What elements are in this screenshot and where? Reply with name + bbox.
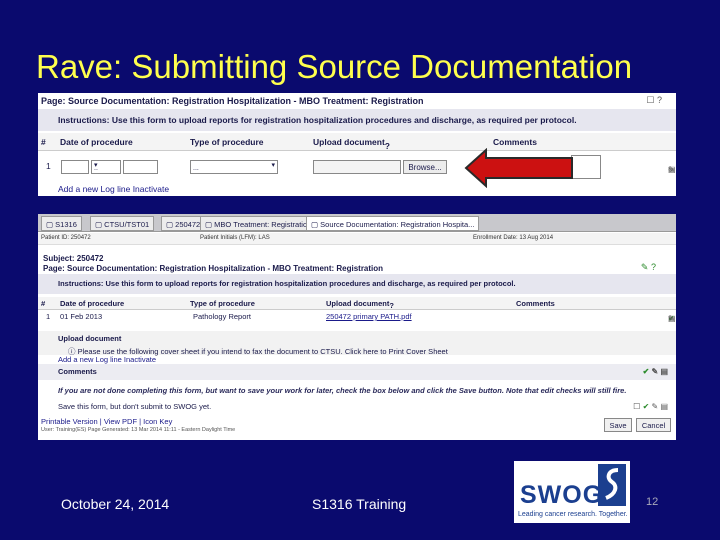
save-later-label: Save this form, but don't submit to SWOG…	[58, 402, 212, 411]
page-meta: User: Training(ES) Page Generated: 13 Ma…	[41, 427, 236, 433]
col-number: #	[41, 299, 46, 308]
col-type: Type of procedure	[190, 299, 255, 308]
col-comments: Comments	[493, 137, 537, 147]
upload-document-section: Upload document ⓘ Please use the followi…	[38, 331, 676, 356]
col-comments: Comments	[516, 299, 555, 308]
logo-emblem-icon	[598, 464, 626, 506]
add-log-line: Add a new Log line Inactivate	[58, 355, 156, 364]
checkbox-icon[interactable]: ☐	[646, 95, 654, 105]
add-log-line-link[interactable]: Add a new Log line	[58, 355, 122, 364]
page-number: 12	[646, 496, 659, 508]
column-header-row: # Date of procedure Type of procedure Up…	[38, 297, 676, 310]
tab-study[interactable]: ▢ S1316	[41, 216, 82, 231]
comments-icons: ✔ ✎ ▤	[643, 367, 668, 376]
col-type: Type of procedure	[190, 137, 264, 147]
edit-pencil-icon[interactable]: ✎	[652, 367, 659, 376]
instructions: Instructions: Use this form to upload re…	[38, 109, 676, 131]
save-later-row: Save this form, but don't submit to SWOG…	[58, 402, 211, 411]
col-number: #	[41, 137, 46, 147]
logo-tagline: Leading cancer research. Together.	[518, 511, 628, 518]
save-later-checkbox[interactable]: ☐	[633, 402, 640, 411]
help-icon[interactable]: ?	[657, 95, 662, 105]
footer-center: S1316 Training	[312, 496, 407, 512]
subject-id: Subject: 250472	[43, 254, 104, 263]
cover-sheet-note: ⓘ Please use the following cover sheet i…	[68, 347, 448, 356]
edit-pencil-icon[interactable]: ✎	[652, 402, 659, 411]
enrollment-date: Enrollment Date: 13 Aug 2014	[473, 235, 554, 241]
comments-textarea[interactable]	[571, 155, 601, 179]
year-input[interactable]	[123, 160, 158, 174]
footer-date: October 24, 2014	[61, 496, 170, 512]
check-icon[interactable]: ✔	[643, 367, 650, 376]
audit-icon[interactable]: ▤	[660, 367, 668, 376]
column-header-row: # Date of procedure Type of procedure Up…	[38, 133, 676, 151]
page-title: Page: Source Documentation: Registration…	[41, 96, 424, 106]
day-input[interactable]	[61, 160, 89, 174]
comments-row: Comments ✔ ✎ ▤	[38, 364, 676, 380]
tab-form[interactable]: ▢ Source Documentation: Registration Hos…	[306, 216, 480, 231]
inactivate-link[interactable]: Inactivate	[124, 355, 156, 364]
header-icons: ✎ ?	[641, 262, 656, 273]
tab-folder[interactable]: ▢ MBO Treatment: Registration	[200, 216, 317, 231]
help-icon[interactable]: ?	[385, 141, 390, 151]
col-date: Date of procedure	[60, 299, 125, 308]
save-warning: If you are not done completing this form…	[58, 386, 627, 395]
add-log-line: Add a new Log line Inactivate	[58, 184, 169, 194]
comments-label: Comments	[58, 367, 97, 376]
row-number: 1	[46, 312, 51, 321]
file-path-input[interactable]	[313, 160, 401, 174]
form-screenshot-top: Page: Source Documentation: Registration…	[38, 93, 676, 196]
save-button[interactable]: Save	[604, 418, 632, 432]
tab-site[interactable]: ▢ CTSU/TST01	[90, 216, 155, 231]
browse-button[interactable]: Browse...	[403, 160, 447, 174]
left-arrow-icon	[464, 148, 573, 188]
add-log-line-link[interactable]: Add a new Log line	[58, 184, 130, 194]
patient-info-bar: Patient ID: 250472 Patient Initials (LFM…	[38, 233, 676, 245]
form-screenshot-bottom: ▢ S1316 ▢ CTSU/TST01 ▢ 250472 ▢ MBO Trea…	[38, 214, 676, 440]
header-icons: ☐ ?	[646, 95, 662, 106]
patient-initials: Patient Initials (LFM): LAS	[200, 235, 270, 241]
uploaded-file-link[interactable]: 250472 primary PATH.pdf	[326, 312, 412, 321]
col-date: Date of procedure	[60, 137, 133, 147]
save-later-icons: ☐ ✔ ✎ ▤	[633, 402, 668, 411]
row-type: Pathology Report	[193, 312, 251, 321]
tab-bar: ▢ S1316 ▢ CTSU/TST01 ▢ 250472 ▢ MBO Trea…	[38, 214, 676, 232]
row-number: 1	[46, 161, 51, 171]
page-title: Page: Source Documentation: Registration…	[43, 264, 384, 273]
row-date: 01 Feb 2013	[60, 312, 103, 321]
patient-id: Patient ID: 250472	[41, 235, 91, 241]
edit-check-icon[interactable]: ✎	[641, 262, 649, 272]
table-row: 1 .. ▾ ... ▾ Browse... ○ ✎ ▤	[38, 153, 676, 181]
table-row: 1 01 Feb 2013 Pathology Report 250472 pr…	[38, 310, 676, 323]
audit-icon[interactable]: ▤	[668, 165, 676, 174]
instructions: Instructions: Use this form to upload re…	[38, 274, 676, 294]
upload-heading: Upload document	[58, 334, 122, 343]
col-upload: Upload document ?	[326, 299, 394, 310]
month-select[interactable]: .. ▾	[91, 160, 121, 174]
cancel-button[interactable]: Cancel	[636, 418, 671, 432]
help-icon[interactable]: ?	[389, 301, 394, 310]
type-select[interactable]: ... ▾	[190, 160, 278, 174]
inactivate-link[interactable]: Inactivate	[133, 184, 169, 194]
slide-title: Rave: Submitting Source Documentation	[36, 48, 633, 85]
swog-logo: SWOG Leading cancer research. Together.	[514, 461, 630, 523]
check-icon[interactable]: ✔	[643, 402, 650, 411]
audit-icon[interactable]: ▤	[660, 402, 668, 411]
logo-word: SWOG	[520, 481, 604, 509]
col-upload: Upload document ?	[313, 137, 390, 151]
subject-header: Subject: 250472 Page: Source Documentati…	[43, 254, 383, 274]
audit-icon[interactable]: ▤	[668, 314, 676, 323]
footer-links[interactable]: Printable Version | View PDF | Icon Key	[41, 417, 172, 426]
tab-subject[interactable]: ▢ 250472	[161, 216, 206, 231]
help-icon[interactable]: ?	[651, 262, 656, 272]
